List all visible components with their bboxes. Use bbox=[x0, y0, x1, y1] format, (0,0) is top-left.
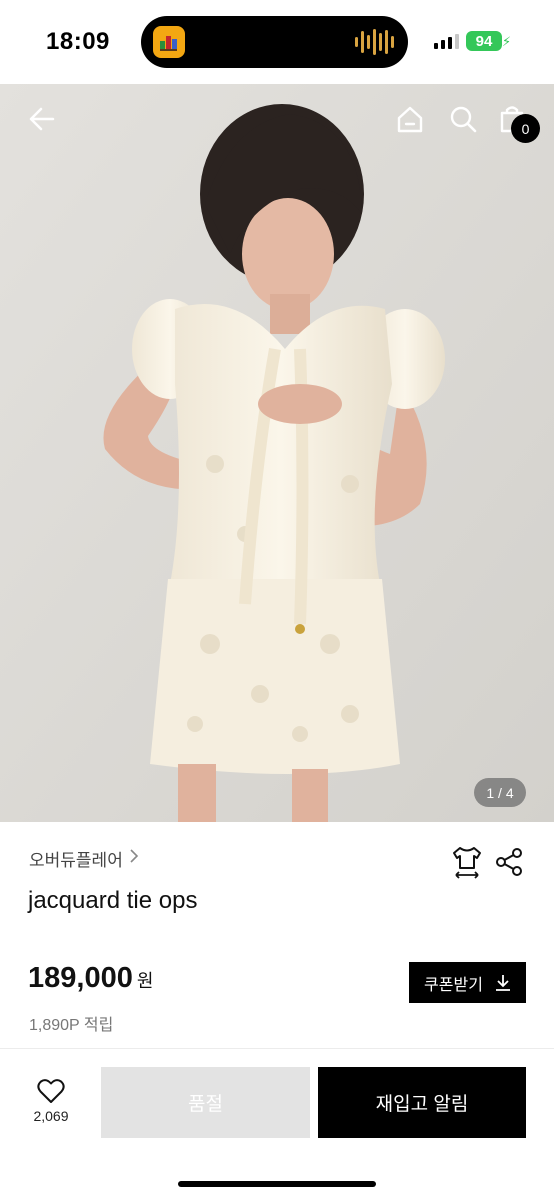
home-icon bbox=[397, 106, 423, 133]
status-bar: 18:09 94 ⚡ bbox=[0, 0, 554, 84]
home-button[interactable] bbox=[390, 99, 430, 139]
product-name: jacquard tie ops bbox=[28, 887, 198, 914]
search-icon bbox=[450, 106, 477, 133]
price-unit: 원 bbox=[136, 971, 154, 991]
heart-icon bbox=[37, 1079, 65, 1103]
product-image-carousel[interactable]: 0 1 / 4 bbox=[0, 84, 554, 822]
audio-wave-icon bbox=[355, 28, 394, 56]
brand-link[interactable]: 오버듀플레어 bbox=[29, 846, 139, 871]
dynamic-island[interactable] bbox=[141, 16, 408, 68]
product-price: 189,000 bbox=[28, 962, 133, 994]
cellular-signal-icon bbox=[434, 34, 459, 49]
image-page-indicator: 1 / 4 bbox=[474, 778, 526, 807]
arrow-left-icon bbox=[29, 107, 55, 131]
home-indicator[interactable] bbox=[178, 1181, 376, 1187]
coupon-download-button[interactable]: 쿠폰받기 bbox=[409, 962, 526, 1003]
section-divider bbox=[0, 1048, 554, 1049]
app-icon bbox=[153, 26, 185, 58]
chevron-right-icon bbox=[129, 848, 139, 869]
battery-indicator: 94 bbox=[466, 31, 502, 51]
cart-count-badge: 0 bbox=[511, 114, 540, 143]
price-row: 189,000 원 bbox=[28, 962, 153, 995]
charging-bolt-icon: ⚡ bbox=[502, 34, 512, 49]
restock-alert-button[interactable]: 재입고 알림 bbox=[318, 1067, 526, 1138]
brand-name: 오버듀플레어 bbox=[29, 851, 123, 870]
status-time: 18:09 bbox=[46, 28, 110, 55]
download-icon bbox=[495, 974, 510, 991]
reward-points: 1,890P 적립 bbox=[29, 1017, 114, 1034]
shirt-size-icon bbox=[453, 847, 481, 879]
share-icon bbox=[496, 848, 522, 876]
soldout-button[interactable]: 품절 bbox=[101, 1067, 310, 1138]
product-photo bbox=[0, 84, 554, 822]
coupon-label: 쿠폰받기 bbox=[424, 976, 483, 994]
like-count: 2,069 bbox=[33, 1108, 69, 1124]
like-button[interactable]: 2,069 bbox=[24, 1078, 78, 1132]
search-button[interactable] bbox=[443, 99, 483, 139]
size-guide-button[interactable] bbox=[449, 844, 485, 880]
back-button[interactable] bbox=[22, 99, 62, 139]
share-button[interactable] bbox=[493, 846, 525, 878]
